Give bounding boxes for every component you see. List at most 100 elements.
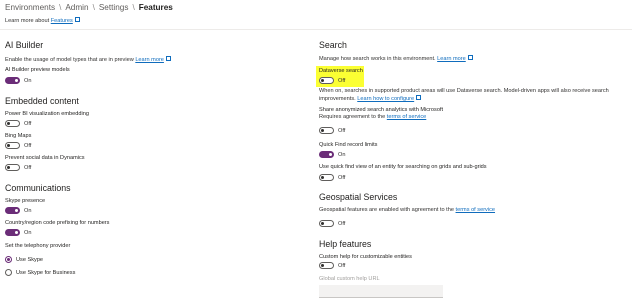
ai-builder-learn-more-link[interactable]: Learn more xyxy=(135,57,164,63)
toggle-state: Off xyxy=(338,220,346,227)
breadcrumb-separator: \ xyxy=(132,3,135,12)
country-code-label: Country/region code prefixing for number… xyxy=(5,220,110,226)
learn-how-to-configure-link[interactable]: Learn how to configure xyxy=(357,96,414,102)
external-link-icon xyxy=(467,55,473,60)
quick-find-limits-toggle[interactable] xyxy=(319,151,334,158)
telephony-provider-label: Set the telephony provider xyxy=(5,243,71,249)
radio-dot xyxy=(7,258,10,261)
requires-text: Requires agreement to the xyxy=(319,114,386,120)
section-title-search: Search xyxy=(319,40,347,50)
geospatial-desc-text: Geospatial features are enabled with agr… xyxy=(319,207,454,213)
section-title-help: Help features xyxy=(319,239,372,249)
search-desc: Manage how search works in this environm… xyxy=(319,55,473,63)
share-analytics-label: Share anonymized search analytics with M… xyxy=(319,107,444,113)
share-analytics-toggle[interactable] xyxy=(319,127,334,134)
geospatial-terms-link[interactable]: terms of service xyxy=(456,207,495,213)
toggle-knob xyxy=(15,231,18,234)
section-title-ai-builder: AI Builder xyxy=(5,40,44,50)
breadcrumb-admin[interactable]: Admin xyxy=(65,3,88,12)
terms-of-service-link[interactable]: terms of service xyxy=(387,114,426,120)
powerbi-toggle-row: Off xyxy=(5,120,31,127)
global-help-url-input[interactable] xyxy=(319,285,443,298)
toggle-knob xyxy=(7,122,10,125)
ai-builder-desc-text: Enable the usage of model types that are… xyxy=(5,57,134,63)
ai-builder-desc: Enable the usage of model types that are… xyxy=(5,56,171,64)
breadcrumb-separator: \ xyxy=(92,3,95,12)
toggle-state: On xyxy=(24,207,32,214)
custom-help-label: Custom help for customizable entities xyxy=(319,254,412,260)
custom-help-toggle[interactable] xyxy=(319,262,334,269)
dataverse-search-label: Dataverse search xyxy=(319,68,363,74)
custom-help-toggle-row: Off xyxy=(319,262,345,269)
radio-use-skype[interactable]: Use Skype xyxy=(5,256,43,263)
breadcrumb: Environments \ Admin \ Settings \ Features xyxy=(5,3,173,12)
toggle-knob xyxy=(15,79,18,82)
toggle-state: On xyxy=(24,229,32,236)
bing-maps-label: Bing Maps xyxy=(5,133,32,139)
radio-selected-icon xyxy=(5,256,12,263)
ai-builder-preview-toggle[interactable] xyxy=(5,77,20,84)
toggle-state: On xyxy=(338,151,346,158)
section-title-embedded: Embedded content xyxy=(5,96,79,106)
quick-find-limits-toggle-row: On xyxy=(319,151,345,158)
toggle-knob xyxy=(321,222,324,225)
toggle-state: Off xyxy=(338,127,346,134)
toggle-knob xyxy=(321,176,324,179)
toggle-knob xyxy=(7,144,10,147)
share-analytics-requires: Requires agreement to the terms of servi… xyxy=(319,114,426,121)
dataverse-search-desc-line2: improvements. Learn how to configure xyxy=(319,95,422,103)
dataverse-desc-text: improvements. xyxy=(319,96,356,102)
bing-maps-toggle[interactable] xyxy=(5,142,20,149)
external-link-icon xyxy=(416,95,422,100)
breadcrumb-separator: \ xyxy=(59,3,62,12)
learn-more-text: Learn more about Features xyxy=(5,17,80,24)
skype-presence-label: Skype presence xyxy=(5,198,46,204)
breadcrumb-settings[interactable]: Settings xyxy=(99,3,129,12)
social-data-toggle-row: Off xyxy=(5,164,31,171)
toggle-knob xyxy=(329,153,332,156)
section-title-geospatial: Geospatial Services xyxy=(319,192,398,202)
global-help-url-label: Global custom help URL xyxy=(319,276,380,282)
toggle-knob xyxy=(321,264,324,267)
country-code-toggle[interactable] xyxy=(5,229,20,236)
geospatial-toggle[interactable] xyxy=(319,220,334,227)
ai-builder-preview-toggle-row: On xyxy=(5,77,31,84)
search-learn-more-link[interactable]: Learn more xyxy=(437,56,466,62)
toggle-knob xyxy=(321,129,324,132)
dataverse-search-toggle[interactable] xyxy=(319,77,334,84)
dataverse-search-toggle-row: Off xyxy=(319,77,345,84)
toggle-state: Off xyxy=(24,120,32,127)
external-link-icon xyxy=(74,17,80,22)
geospatial-toggle-row: Off xyxy=(319,220,345,227)
features-link[interactable]: Features xyxy=(51,18,73,24)
header-divider xyxy=(0,29,632,30)
use-quick-find-toggle[interactable] xyxy=(319,174,334,181)
toggle-knob xyxy=(15,209,18,212)
quick-find-limits-label: Quick Find record limits xyxy=(319,142,378,148)
skype-presence-toggle[interactable] xyxy=(5,207,20,214)
social-data-toggle[interactable] xyxy=(5,164,20,171)
toggle-state: On xyxy=(24,77,32,84)
section-title-communications: Communications xyxy=(5,183,71,193)
share-analytics-toggle-row: Off xyxy=(319,127,345,134)
bing-maps-toggle-row: Off xyxy=(5,142,31,149)
external-link-icon xyxy=(165,56,171,61)
geospatial-desc: Geospatial features are enabled with agr… xyxy=(319,207,495,214)
powerbi-label: Power BI visualization embedding xyxy=(5,111,89,117)
breadcrumb-environments[interactable]: Environments xyxy=(5,3,55,12)
ai-builder-preview-label: AI Builder preview models xyxy=(5,67,70,73)
country-code-toggle-row: On xyxy=(5,229,31,236)
use-quick-find-label: Use quick find view of an entity for sea… xyxy=(319,164,487,170)
toggle-state: Off xyxy=(338,262,346,269)
toggle-state: Off xyxy=(338,174,346,181)
powerbi-toggle[interactable] xyxy=(5,120,20,127)
toggle-knob xyxy=(321,79,324,82)
radio-use-skype-business[interactable]: Use Skype for Business xyxy=(5,269,75,276)
search-desc-text: Manage how search works in this environm… xyxy=(319,56,436,62)
radio-label: Use Skype for Business xyxy=(16,269,76,276)
breadcrumb-current: Features xyxy=(138,3,173,12)
learn-more-prefix: Learn more about xyxy=(5,18,50,24)
use-quick-find-toggle-row: Off xyxy=(319,174,345,181)
radio-label: Use Skype xyxy=(16,256,44,263)
radio-empty-icon xyxy=(5,269,12,276)
